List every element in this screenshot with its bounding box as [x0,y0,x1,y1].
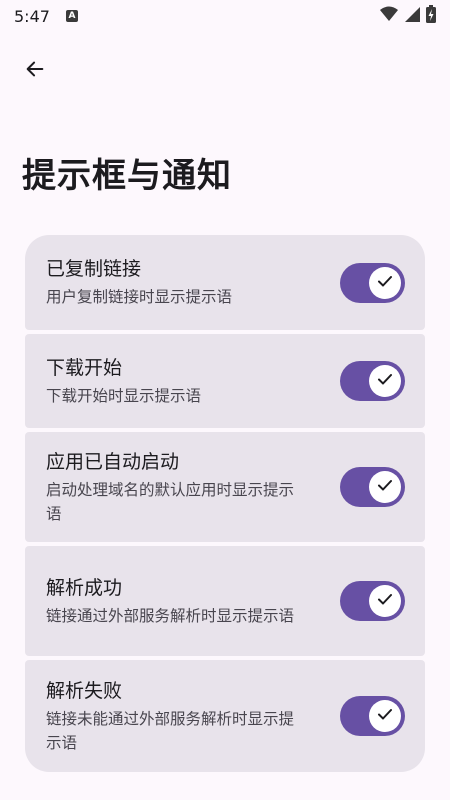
toggle-thumb [369,471,401,503]
setting-resolve-failed[interactable]: 解析失败 链接未能通过外部服务解析时显示提示语 [25,660,425,772]
status-bar: 5:47 A [0,0,450,32]
app-auto-launched-toggle[interactable] [340,467,405,507]
setting-title: 下载开始 [46,356,123,379]
toggle-thumb [369,266,401,299]
setting-description: 下载开始时显示提示语 [46,386,202,405]
check-icon [376,272,394,294]
signal-icon [404,6,420,26]
setting-resolve-success[interactable]: 解析成功 链接通过外部服务解析时显示提示语 [25,546,425,656]
settings-list: 已复制链接 用户复制链接时显示提示语 下载开始 下载开始时显示提示语 应用已自动… [25,235,425,772]
setting-title: 解析失败 [46,679,123,702]
setting-description: 启动处理域名的默认应用时显示提示语 [46,480,295,523]
toggle-thumb [369,700,401,732]
check-icon [376,370,394,392]
setting-description: 用户复制链接时显示提示语 [46,288,233,306]
download-started-toggle[interactable] [340,361,405,401]
status-icons [380,5,436,27]
resolve-success-toggle[interactable] [340,581,405,621]
toggle-thumb [369,585,401,617]
check-icon [376,590,394,612]
check-icon [376,476,394,498]
check-icon [376,705,394,727]
notification-badge: A [65,10,78,22]
wifi-icon [380,6,398,26]
page-title: 提示框与通知 [22,156,232,196]
battery-icon [426,5,436,27]
arrow-left-icon [24,58,46,84]
setting-description: 链接通过外部服务解析时显示提示语 [46,606,295,625]
setting-app-auto-launched[interactable]: 应用已自动启动 启动处理域名的默认应用时显示提示语 [25,432,425,542]
setting-download-started[interactable]: 下载开始 下载开始时显示提示语 [25,334,425,428]
status-time: 5:47 [14,6,50,26]
copied-link-toggle[interactable] [340,262,405,303]
setting-title: 应用已自动启动 [46,450,180,473]
setting-copied-link[interactable]: 已复制链接 用户复制链接时显示提示语 [25,235,425,330]
setting-description: 链接未能通过外部服务解析时显示提示语 [46,709,295,752]
resolve-failed-toggle[interactable] [340,696,405,736]
setting-title: 解析成功 [46,576,123,599]
back-button[interactable] [14,50,56,92]
toggle-thumb [369,365,401,397]
setting-title: 已复制链接 [46,258,142,280]
